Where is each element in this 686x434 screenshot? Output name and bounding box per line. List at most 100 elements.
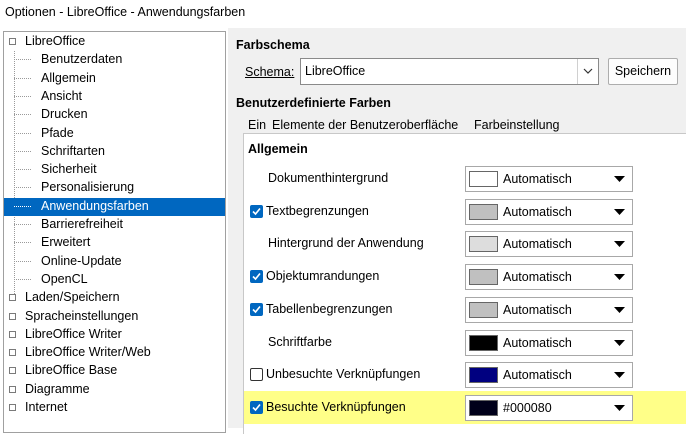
element-label: Schriftfarbe — [268, 334, 332, 349]
color-swatch — [469, 301, 498, 318]
color-dropdown[interactable]: Automatisch — [465, 264, 633, 291]
enable-checkbox[interactable] — [250, 302, 263, 316]
color-swatch — [469, 203, 498, 220]
color-dropdown[interactable]: Automatisch — [465, 362, 633, 389]
expander-icon[interactable] — [9, 312, 16, 320]
tree-item-label: Barrierefreiheit — [41, 217, 123, 231]
tree-item[interactable]: Diagramme — [4, 381, 225, 399]
column-header-setting[interactable]: Farbeinstellung — [474, 118, 559, 132]
color-settings-list[interactable]: Allgemein Dokumenthintergrund Automatisch… — [243, 133, 686, 434]
expander-icon[interactable] — [9, 38, 16, 45]
color-label: #000080 — [503, 400, 552, 415]
color-label: Automatisch — [503, 335, 572, 350]
color-swatch — [469, 269, 498, 286]
tree-item-label: Online-Update — [41, 253, 122, 268]
expander-icon[interactable] — [9, 367, 16, 375]
scheme-label-text: Schema: — [245, 65, 295, 79]
color-swatch — [469, 171, 498, 187]
tree-item[interactable]: Ansicht — [4, 88, 225, 106]
enable-checkbox[interactable] — [250, 204, 263, 218]
tree-item-label: LibreOffice Writer/Web — [25, 345, 151, 360]
tree-item[interactable]: OpenCL — [4, 271, 225, 289]
element-label: Objektumrandungen — [266, 269, 380, 284]
color-label: Automatisch — [503, 368, 572, 383]
tree-connector — [14, 205, 31, 207]
save-button[interactable]: Speichern — [608, 58, 678, 85]
tree-item-label: OpenCL — [41, 271, 88, 286]
tree-item[interactable]: LibreOffice Base — [4, 362, 225, 380]
tree-item[interactable]: LibreOffice — [4, 33, 225, 51]
tree-item-label: Ansicht — [41, 88, 82, 103]
tree-connector — [14, 169, 31, 171]
tree-connector — [14, 260, 31, 262]
tree-item[interactable]: Benutzerdaten — [4, 51, 225, 69]
color-dropdown[interactable]: Automatisch — [465, 231, 633, 258]
tree-item[interactable]: LibreOffice Writer — [4, 326, 225, 344]
tree-item[interactable]: LibreOffice Writer/Web — [4, 344, 225, 362]
tree-item-label: Pfade — [41, 125, 74, 140]
tree-item[interactable]: Allgemein — [4, 70, 225, 88]
color-dropdown[interactable]: Automatisch — [465, 166, 633, 192]
color-label: Automatisch — [503, 204, 572, 219]
tree-item-label: Personalisierung — [41, 180, 135, 195]
expander-icon[interactable] — [9, 330, 16, 338]
tree-item[interactable]: Internet — [4, 399, 225, 417]
tree-item[interactable]: Schriftarten — [4, 143, 225, 161]
tree-connector — [14, 150, 31, 152]
chevron-down-icon[interactable] — [577, 59, 598, 84]
tree-connector — [14, 278, 31, 280]
scheme-section-title: Farbschema — [236, 38, 310, 52]
enable-checkbox[interactable] — [250, 400, 263, 414]
tree-item-label: Internet — [25, 400, 68, 414]
tree-item-label: Anwendungsfarben — [41, 198, 149, 213]
color-setting-row: Dokumenthintergrund Automatisch — [244, 162, 686, 195]
tree-item-label: Drucken — [41, 107, 88, 122]
element-label: Unbesuchte Verknüpfungen — [266, 367, 421, 382]
tree-item[interactable]: Barrierefreiheit — [4, 216, 225, 234]
tree-item-label: Sicherheit — [41, 162, 97, 177]
expander-icon[interactable] — [9, 349, 16, 357]
expander-icon[interactable] — [9, 404, 16, 411]
expander-icon[interactable] — [9, 385, 16, 393]
color-dropdown[interactable]: Automatisch — [465, 198, 633, 225]
color-swatch — [469, 334, 498, 351]
tree-connector — [14, 95, 31, 97]
tree-item[interactable]: Anwendungsfarben — [4, 197, 225, 216]
tree-item-label: LibreOffice — [25, 34, 86, 48]
color-dropdown[interactable]: Automatisch — [465, 329, 633, 356]
enable-checkbox[interactable] — [250, 368, 263, 382]
scheme-label: Schema: — [245, 65, 294, 79]
tree-item[interactable]: Erweitert — [4, 234, 225, 252]
tree-item[interactable]: Laden/Speichern — [4, 289, 225, 307]
color-setting-row: Tabellenbegrenzungen Automatisch — [244, 293, 686, 326]
color-setting-row: Besuchte Verknüpfungen #000080 — [244, 390, 686, 424]
color-swatch — [469, 367, 498, 384]
group-title: Allgemein — [248, 142, 308, 156]
options-tree[interactable]: LibreOffice Benutzerdaten Allgemein Ansicht… — [3, 31, 226, 433]
scheme-select-value: LibreOffice — [305, 64, 366, 78]
tree-item[interactable]: Personalisierung — [4, 179, 225, 197]
tree-item-label: LibreOffice Base — [25, 363, 118, 378]
custom-colors-section-title: Benutzerdefinierte Farben — [236, 96, 391, 110]
column-header-on[interactable]: Ein — [248, 118, 266, 132]
tree-item[interactable]: Online-Update — [4, 253, 225, 271]
column-header-element[interactable]: Elemente der Benutzeroberfläche — [272, 118, 458, 132]
window-title: Optionen - LibreOffice - Anwendungsfarbe… — [5, 5, 246, 19]
tree-item-label: Laden/Speichern — [25, 290, 120, 305]
tree-item[interactable]: Sicherheit — [4, 161, 225, 179]
tree-item[interactable]: Drucken — [4, 106, 225, 124]
enable-checkbox[interactable] — [250, 270, 263, 284]
element-label: Tabellenbegrenzungen — [266, 301, 393, 316]
scheme-select[interactable]: LibreOffice — [300, 58, 599, 85]
tree-connector — [14, 114, 31, 116]
color-setting-row: Schriftfarbe Automatisch — [244, 326, 686, 359]
tree-connector — [14, 77, 31, 79]
tree-item[interactable]: Spracheinstellungen — [4, 308, 225, 326]
expander-icon[interactable] — [9, 294, 16, 302]
color-dropdown[interactable]: #000080 — [465, 394, 633, 421]
tree-item[interactable]: Pfade — [4, 125, 225, 143]
color-swatch — [469, 399, 498, 416]
tree-connector — [14, 132, 31, 134]
color-setting-row: Objektumrandungen Automatisch — [244, 260, 686, 293]
color-dropdown[interactable]: Automatisch — [465, 296, 633, 323]
